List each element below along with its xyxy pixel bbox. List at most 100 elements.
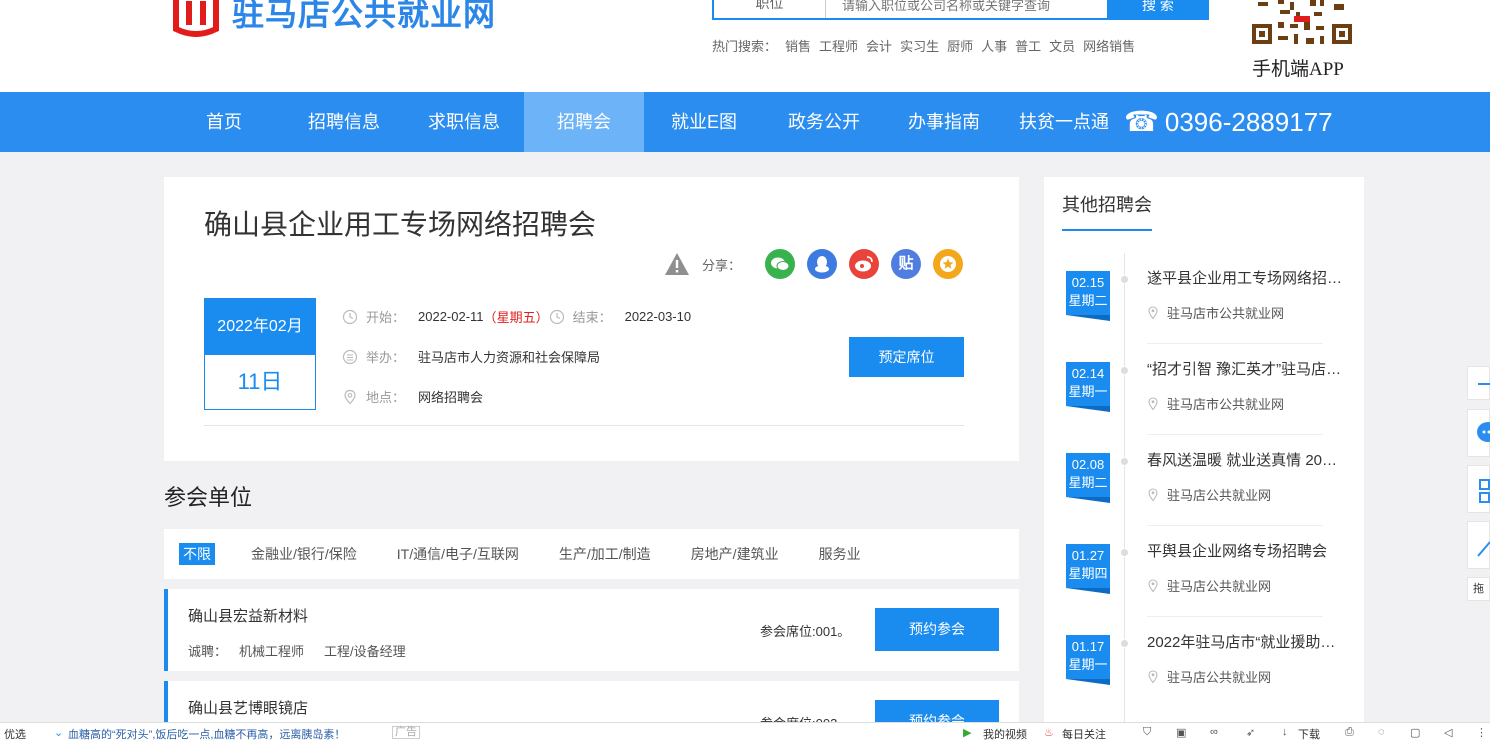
minus-icon [1478, 383, 1490, 385]
end-label: 结束： [572, 310, 612, 325]
other-fairs-panel: 其他招聘会 02.15 星期二 遂平县企业用工专场网络招聘会 驻马店市公共就业网 … [1044, 177, 1364, 737]
my-videos-link[interactable]: 我的视频 [983, 726, 1027, 740]
location-pin-icon [1148, 669, 1158, 683]
qr-scan-icon [1479, 479, 1490, 503]
hot-term[interactable]: 文员 [1049, 36, 1075, 55]
other-fair-org: 驻马店市公共就业网 [1147, 394, 1284, 413]
hot-term[interactable]: 会计 [866, 36, 892, 55]
fair-date-tag: 01.27 星期四 [1066, 544, 1110, 594]
other-fair-org: 驻马店公共就业网 [1147, 667, 1271, 686]
start-weekday-close: ） [535, 310, 549, 325]
download-link[interactable]: 下载 [1298, 726, 1320, 740]
job-link[interactable]: 工程/设备经理 [324, 641, 406, 660]
search-button[interactable]: 搜 索 [1107, 0, 1209, 20]
book-booth-button[interactable]: 预定席位 [849, 337, 964, 377]
hot-term[interactable]: 工程师 [819, 36, 858, 55]
float-minus-button[interactable] [1467, 366, 1490, 400]
share-label: 分享： [702, 257, 742, 273]
speaker-icon[interactable]: ◁ [1444, 726, 1452, 739]
float-chat-button[interactable] [1467, 409, 1490, 457]
status-preferred[interactable]: 优选 [4, 726, 26, 740]
status-news-link[interactable]: 血糖高的“死对头”,饭后吃一点,血糖不再高，远离胰岛素！ [68, 726, 345, 740]
other-fair-name[interactable]: “招才引智 豫汇英才”驻马店市网络招聘会 [1147, 358, 1343, 379]
place-label: 地点： [366, 390, 406, 405]
hot-term[interactable]: 实习生 [900, 36, 939, 55]
hot-search-label: 热门搜索： [712, 39, 778, 54]
list-icon [342, 349, 358, 364]
chevron-down-icon[interactable]: ⌄ [54, 726, 63, 739]
timeline-dot [1120, 457, 1129, 466]
rocket-icon[interactable]: ➶ [1246, 726, 1255, 739]
hot-term[interactable]: 普工 [1015, 36, 1041, 55]
other-fair-item[interactable]: 02.15 星期二 遂平县企业用工专场网络招聘会 驻马店市公共就业网 [1044, 253, 1364, 344]
favorite-icon[interactable] [933, 249, 964, 279]
other-fair-item[interactable]: 02.08星期二 春风送温暖 就业送真情 2022年网络招聘会 驻马店公共就业网 [1044, 435, 1364, 526]
phone-icon: ☎ [1124, 106, 1159, 137]
nav-government-affairs[interactable]: 政务公开 [764, 92, 884, 152]
other-fair-name[interactable]: 春风送温暖 就业送真情 2022年网络招聘会 [1147, 449, 1343, 470]
glasses-icon[interactable]: ∞ [1210, 726, 1218, 738]
weibo-icon[interactable] [849, 249, 880, 279]
search-input[interactable] [842, 0, 1112, 18]
more-icon[interactable]: ⋮ [1476, 726, 1487, 739]
qq-icon[interactable] [807, 249, 838, 279]
logo-icon [173, 0, 219, 37]
fair-date-tag: 02.08 星期二 [1066, 453, 1110, 503]
company-name[interactable]: 确山县宏益新材料 [188, 605, 308, 626]
printer-icon[interactable]: ⎙ [1345, 726, 1354, 739]
image-icon[interactable]: ▣ [1176, 726, 1186, 739]
company-name[interactable]: 确山县艺博眼镜店 [188, 697, 308, 718]
hot-term[interactable]: 厨师 [947, 36, 973, 55]
daily-follow-link[interactable]: 每日关注 [1062, 726, 1106, 740]
fair-title: 确山县企业用工专场网络招聘会 [204, 209, 597, 240]
chat-icon [1477, 422, 1490, 442]
reserve-attend-button[interactable]: 预约参会 [875, 608, 999, 651]
other-fair-name[interactable]: 平舆县企业网络专场招聘会 [1147, 540, 1343, 561]
nav-home[interactable]: 首页 [164, 92, 284, 152]
nav-job-seeking[interactable]: 求职信息 [404, 92, 524, 152]
wechat-icon[interactable] [765, 249, 796, 279]
filter-service[interactable]: 服务业 [819, 544, 861, 564]
hot-term[interactable]: 人事 [981, 36, 1007, 55]
filter-it[interactable]: IT/通信/电子/互联网 [397, 544, 519, 564]
main-nav: 首页 招聘信息 求职信息 招聘会 就业E图 政务公开 办事指南 扶贫一点通 ☎ 0… [0, 92, 1490, 152]
fair-date-tag: 02.14 星期一 [1066, 362, 1110, 412]
shield-icon[interactable]: ⛉ [1143, 726, 1151, 739]
other-fair-org: 驻马店公共就业网 [1147, 485, 1271, 504]
window-icon[interactable]: ▢ [1410, 726, 1420, 739]
float-drag-handle[interactable]: 拖 [1467, 577, 1490, 601]
filter-manufacturing[interactable]: 生产/加工/制造 [559, 544, 651, 564]
filter-finance[interactable]: 金融业/银行/保险 [251, 544, 357, 564]
nav-poverty-alleviation[interactable]: 扶贫一点通 [1004, 92, 1124, 152]
report-warning-icon[interactable] [664, 252, 690, 276]
filter-all[interactable]: 不限 [179, 543, 215, 565]
other-fair-name[interactable]: 遂平县企业用工专场网络招聘会 [1147, 267, 1343, 288]
nav-employment-map[interactable]: 就业E图 [644, 92, 764, 152]
timeline-dot [1120, 639, 1129, 648]
float-qr-button[interactable] [1467, 465, 1490, 513]
participants-title: 参会单位 [164, 485, 253, 510]
logo-text: 驻马店公共就业网 [232, 0, 497, 32]
browser-icon[interactable]: ◌ [1378, 726, 1385, 738]
hot-term[interactable]: 销售 [785, 36, 811, 55]
hot-search: 热门搜索： 销售 工程师 会计 实习生 厨师 人事 普工 文员 网络销售 [712, 36, 1135, 55]
other-fair-org: 驻马店公共就业网 [1147, 576, 1271, 595]
other-fair-name[interactable]: 2022年驻马店市“就业援助月”网络招聘会 [1147, 631, 1343, 652]
other-fair-item[interactable]: 01.17星期一 2022年驻马店市“就业援助月”网络招聘会 驻马店公共就业网 [1044, 617, 1364, 708]
search-type-select[interactable]: 职位 [714, 0, 826, 18]
filter-real-estate[interactable]: 房地产/建筑业 [691, 544, 779, 564]
other-fair-item[interactable]: 02.14星期一 “招才引智 豫汇英才”驻马店市网络招聘会 驻马店市公共就业网 [1044, 344, 1364, 435]
other-fair-item[interactable]: 01.27 星期四 平舆县企业网络专场招聘会 驻马店公共就业网 [1044, 526, 1364, 617]
nav-job-fair[interactable]: 招聘会 [524, 92, 644, 152]
nav-recruitment[interactable]: 招聘信息 [284, 92, 404, 152]
float-edit-button[interactable] [1467, 521, 1490, 569]
hotline-number: 0396-2889177 [1164, 107, 1333, 137]
hot-term[interactable]: 网络销售 [1083, 36, 1135, 55]
host-label: 举办： [366, 350, 406, 365]
job-link[interactable]: 机械工程师 [239, 641, 304, 660]
tieba-icon[interactable]: 贴 [891, 249, 922, 279]
fair-place-row: 地点： 网络招聘会 [342, 387, 483, 406]
site-logo[interactable]: 驻马店公共就业网 [170, 0, 496, 40]
ad-tag: 广告 [392, 726, 420, 739]
nav-service-guide[interactable]: 办事指南 [884, 92, 1004, 152]
